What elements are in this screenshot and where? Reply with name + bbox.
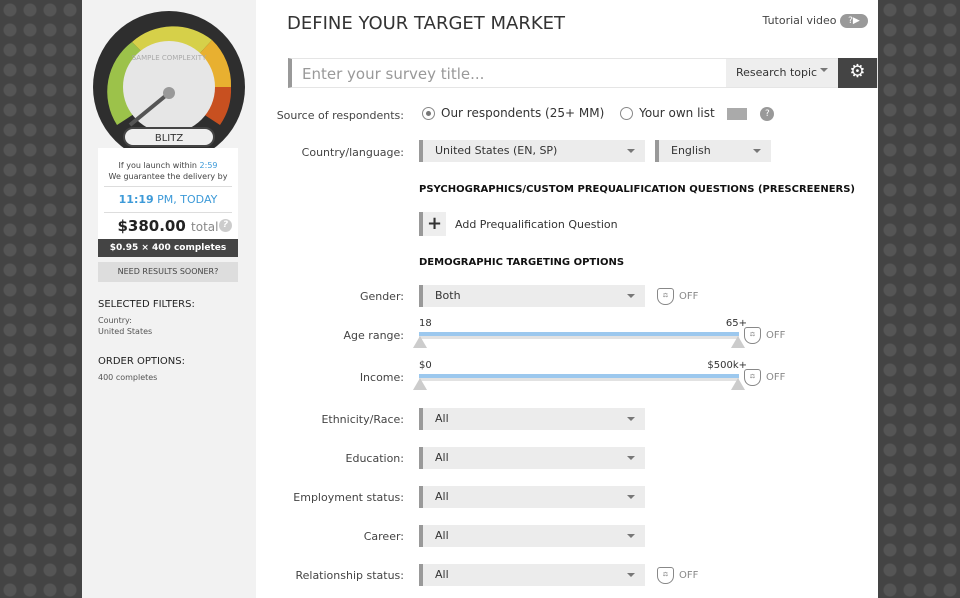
total-price: $380.00 (117, 217, 186, 235)
tutorial-label: Tutorial video (762, 14, 837, 27)
survey-title-bar: Enter your survey title... Research topi… (288, 58, 878, 88)
career-dropdown[interactable]: All (419, 525, 645, 547)
education-label: Education: (345, 452, 404, 465)
career-label: Career: (363, 530, 404, 543)
filter-country-key: Country: (98, 316, 132, 325)
employment-dropdown[interactable]: All (419, 486, 645, 508)
shield-icon: ⚖ (744, 369, 761, 386)
selected-filters-heading: SELECTED FILTERS: (98, 299, 195, 310)
country-label: Country/language: (301, 146, 404, 159)
source-label: Source of respondents: (276, 109, 404, 122)
add-prequalification-label: Add Prequalification Question (455, 217, 618, 231)
guarantee-text: We guarantee the delivery by (108, 172, 228, 181)
shield-icon: ⚖ (657, 288, 674, 305)
research-topic-dropdown[interactable]: Research topic (726, 59, 838, 87)
income-label: Income: (359, 371, 404, 384)
relationship-label: Relationship status: (295, 569, 404, 582)
language-dropdown[interactable]: English (655, 140, 771, 162)
add-prequalification-button[interactable]: + Add Prequalification Question (419, 212, 618, 236)
age-min-handle[interactable] (413, 336, 427, 348)
total-label: total (191, 220, 219, 234)
age-toggle[interactable]: ⚖ OFF (744, 327, 785, 344)
radio-own-list[interactable] (620, 107, 634, 120)
age-max-handle[interactable] (731, 336, 745, 348)
country-dropdown[interactable]: United States (EN, SP) (419, 140, 645, 162)
employment-label: Employment status: (293, 491, 404, 504)
delivery-time: 11:19 (118, 193, 154, 206)
gear-icon[interactable]: ⚙ (838, 58, 877, 88)
sidebar: SAMPLE COMPLEXITY BLITZ If you launch wi… (82, 0, 256, 598)
income-min: $0 (419, 360, 432, 371)
relationship-dropdown[interactable]: All (419, 564, 645, 586)
income-max-handle[interactable] (731, 378, 745, 390)
gender-dropdown[interactable]: Both (419, 285, 645, 307)
income-max: $500k+ (707, 360, 747, 371)
survey-title-input[interactable]: Enter your survey title... (292, 59, 726, 87)
app-panel: SAMPLE COMPLEXITY BLITZ If you launch wi… (82, 0, 878, 598)
income-slider[interactable]: $0 $500k+ (413, 360, 747, 390)
demographic-heading: DEMOGRAPHIC TARGETING OPTIONS (419, 257, 625, 268)
radio-our-respondents[interactable] (422, 107, 435, 120)
age-fill (419, 332, 739, 336)
shield-icon: ⚖ (657, 567, 674, 584)
plus-icon: + (419, 212, 446, 236)
delivery-day: PM, TODAY (157, 193, 218, 206)
toggle-state: OFF (679, 570, 699, 581)
gauge-level: BLITZ (155, 133, 183, 144)
launch-countdown: 2:59 (199, 161, 218, 170)
gauge-label: SAMPLE COMPLEXITY (132, 54, 207, 62)
income-toggle[interactable]: ⚖ OFF (744, 369, 785, 386)
delivery-card: If you launch within 2:59 We guarantee th… (98, 148, 238, 257)
per-complete-price: $0.95 × 400 completes (98, 239, 238, 257)
income-fill (419, 374, 739, 378)
our-respondents-label: Our respondents (25+ MM) (441, 106, 605, 120)
gender-label: Gender: (359, 290, 404, 303)
order-options-value: 400 completes (98, 373, 158, 382)
toggle-state: OFF (766, 330, 786, 341)
need-results-sooner-button[interactable]: NEED RESULTS SOONER? (98, 262, 238, 282)
prescreeners-heading: PSYCHOGRAPHICS/CUSTOM PREQUALIFICATION Q… (419, 184, 855, 195)
main-content: DEFINE YOUR TARGET MARKET Tutorial video… (256, 0, 878, 598)
shield-icon: ⚖ (744, 327, 761, 344)
education-dropdown[interactable]: All (419, 447, 645, 469)
ethnicity-label: Ethnicity/Race: (321, 413, 404, 426)
order-options-heading: ORDER OPTIONS: (98, 356, 185, 367)
age-slider[interactable]: 18 65+ (413, 318, 747, 348)
income-min-handle[interactable] (413, 378, 427, 390)
age-label: Age range: (343, 329, 404, 342)
complexity-gauge: SAMPLE COMPLEXITY BLITZ (93, 11, 245, 160)
page-title: DEFINE YOUR TARGET MARKET (287, 13, 566, 34)
filter-country-value: United States (98, 327, 153, 336)
toggle-state: OFF (679, 291, 699, 302)
help-icon[interactable]: ? (760, 106, 775, 121)
age-min: 18 (419, 318, 432, 329)
gender-toggle[interactable]: ⚖ OFF (657, 288, 698, 305)
ethnicity-dropdown[interactable]: All (419, 408, 645, 430)
source-options: Our respondents (25+ MM) Your own list ? (422, 106, 775, 121)
contact-card-icon[interactable] (726, 107, 747, 120)
own-list-label: Your own list (639, 106, 715, 120)
relationship-toggle[interactable]: ⚖ OFF (657, 567, 698, 584)
toggle-state: OFF (766, 372, 786, 383)
video-icon: ?▶ (840, 14, 868, 28)
launch-text: If you launch within (118, 161, 197, 170)
tutorial-video-link[interactable]: Tutorial video ?▶ (763, 14, 868, 28)
help-icon[interactable]: ? (219, 219, 232, 232)
